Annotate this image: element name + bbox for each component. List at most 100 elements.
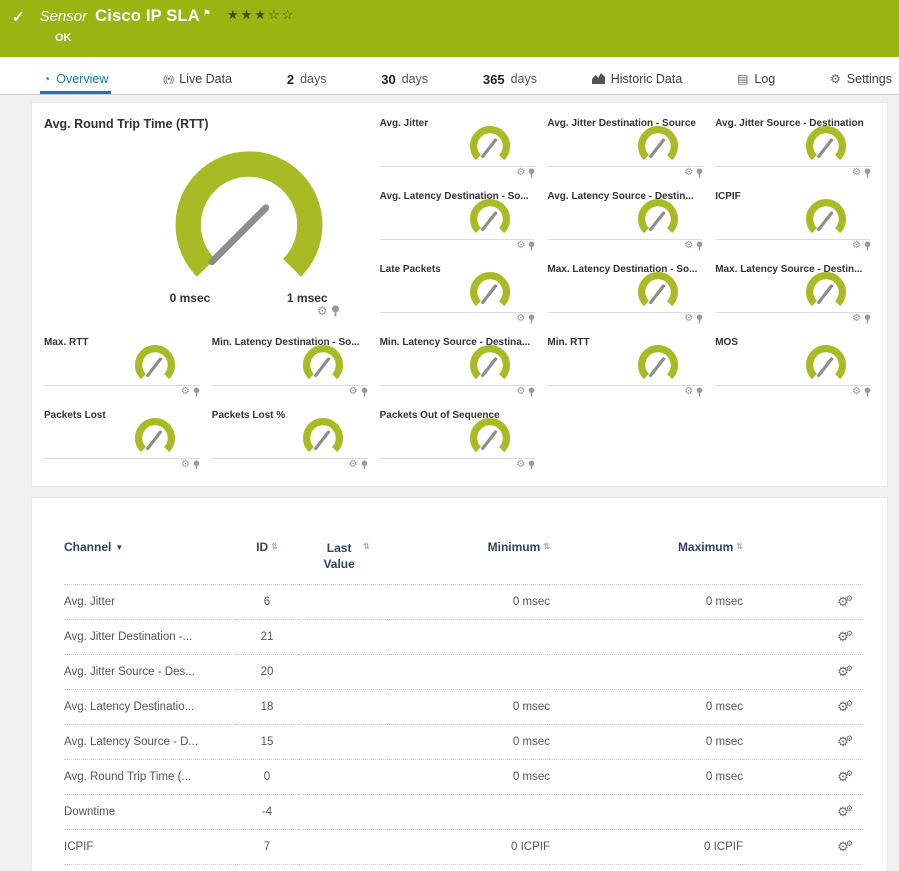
channel-name[interactable]: Downtime bbox=[64, 795, 236, 830]
gauge-settings-icon[interactable]: ⚙ bbox=[181, 460, 190, 470]
gauge-avg-round-trip-time[interactable]: Avg. Round Trip Time (RTT) 0 msec 1 msec… bbox=[44, 117, 370, 336]
channel-settings-icon[interactable]: ⚙⚙ bbox=[837, 769, 853, 784]
tab-settings[interactable]: ⚙ Settings bbox=[827, 67, 895, 94]
gauge-pin-icon[interactable] bbox=[696, 387, 703, 397]
gauge-pin-icon[interactable] bbox=[528, 387, 535, 397]
gauge-settings-icon[interactable]: ⚙ bbox=[516, 241, 525, 251]
gauge-pin-icon[interactable] bbox=[696, 241, 703, 251]
channel-row[interactable]: Downtime -4 ⚙⚙ bbox=[64, 795, 863, 830]
col-header-id[interactable]: ID⇅ bbox=[236, 540, 298, 585]
channel-name[interactable]: Avg. Jitter bbox=[64, 585, 236, 620]
gauge-pin-icon[interactable] bbox=[864, 241, 871, 251]
gauge-settings-icon[interactable]: ⚙ bbox=[684, 241, 693, 251]
mini-gauge-cell[interactable]: Avg. Jitter ⚙ bbox=[380, 117, 538, 190]
gauge-pin-icon[interactable] bbox=[193, 460, 200, 470]
gauge-pin-icon[interactable] bbox=[361, 387, 368, 397]
channel-name[interactable]: Avg. Latency Source - D... bbox=[64, 725, 236, 760]
channel-name[interactable]: Avg. Latency Destinatio... bbox=[64, 690, 236, 725]
gauge-settings-icon[interactable]: ⚙ bbox=[684, 314, 693, 324]
channel-name[interactable]: Avg. Jitter Source - Des... bbox=[64, 655, 236, 690]
gauge-settings-icon[interactable]: ⚙ bbox=[516, 168, 525, 178]
channel-settings-icon[interactable]: ⚙⚙ bbox=[837, 664, 853, 679]
tab-365-days[interactable]: 365 days bbox=[480, 67, 540, 94]
priority-stars[interactable]: ★★★☆☆ bbox=[227, 7, 295, 23]
mini-gauge-cell[interactable]: Avg. Latency Destination - So... ⚙ bbox=[380, 190, 538, 263]
channel-name[interactable]: Late Packets bbox=[64, 865, 236, 871]
gauge-settings-icon[interactable]: ⚙ bbox=[516, 314, 525, 324]
gauge-settings-icon[interactable]: ⚙ bbox=[684, 168, 693, 178]
mini-gauge-cell[interactable]: Max. Latency Destination - So... ⚙ bbox=[547, 263, 705, 336]
gauge-pin-icon[interactable] bbox=[696, 168, 703, 178]
channel-name[interactable]: Avg. Round Trip Time (... bbox=[64, 760, 236, 795]
gauge-pin-icon[interactable] bbox=[331, 305, 340, 317]
col-header-last-value[interactable]: Last Value⇅ bbox=[298, 540, 390, 585]
channel-name[interactable]: Avg. Jitter Destination -... bbox=[64, 620, 236, 655]
tab-30-days[interactable]: 30 days bbox=[378, 67, 431, 94]
gauge-settings-icon[interactable]: ⚙ bbox=[684, 387, 693, 397]
gauge-pin-icon[interactable] bbox=[864, 387, 871, 397]
mini-gauge-cell[interactable]: Avg. Latency Source - Destin... ⚙ bbox=[547, 190, 705, 263]
channel-actions-cell: ⚙⚙ bbox=[743, 620, 863, 655]
channel-row[interactable]: Avg. Jitter Destination -... 21 ⚙⚙ bbox=[64, 620, 863, 655]
mini-gauge-cell[interactable]: Avg. Jitter Source - Destination ⚙ bbox=[715, 117, 873, 190]
gauge-pin-icon[interactable] bbox=[528, 168, 535, 178]
mini-gauge-cell[interactable]: Packets Lost % ⚙ bbox=[212, 409, 370, 482]
tab-live-data[interactable]: ((•)) Live Data bbox=[160, 67, 235, 94]
gauge-settings-icon[interactable]: ⚙ bbox=[852, 241, 861, 251]
gauge-pin-icon[interactable] bbox=[528, 241, 535, 251]
channel-row[interactable]: ICPIF 7 0 ICPIF 0 ICPIF ⚙⚙ bbox=[64, 830, 863, 865]
mini-gauge-cell[interactable]: Packets Out of Sequence ⚙ bbox=[380, 409, 538, 482]
col-header-minimum[interactable]: Minimum⇅ bbox=[390, 540, 550, 585]
channel-settings-icon[interactable]: ⚙⚙ bbox=[837, 804, 853, 819]
channel-settings-icon[interactable]: ⚙⚙ bbox=[837, 594, 853, 609]
tab-log[interactable]: ▤ Log bbox=[734, 67, 778, 94]
channel-row[interactable]: Avg. Round Trip Time (... 0 0 msec 0 mse… bbox=[64, 760, 863, 795]
mini-gauge-dial bbox=[467, 417, 513, 458]
gauge-settings-icon[interactable]: ⚙ bbox=[349, 387, 358, 397]
channel-row[interactable]: Avg. Latency Destinatio... 18 0 msec 0 m… bbox=[64, 690, 863, 725]
mini-gauge-cell[interactable]: Max. Latency Source - Destin... ⚙ bbox=[715, 263, 873, 336]
gauge-settings-icon[interactable]: ⚙ bbox=[181, 387, 190, 397]
gauge-settings-icon[interactable]: ⚙ bbox=[317, 305, 328, 317]
mini-gauge-cell[interactable]: Min. Latency Destination - So... ⚙ bbox=[212, 336, 370, 409]
mini-gauge-cell[interactable]: Max. RTT ⚙ bbox=[44, 336, 202, 409]
gauge-grid: Avg. Round Trip Time (RTT) 0 msec 1 msec… bbox=[44, 117, 873, 482]
channel-settings-icon[interactable]: ⚙⚙ bbox=[837, 699, 853, 714]
tab-2-days[interactable]: 2 days bbox=[284, 67, 330, 94]
col-header-maximum[interactable]: Maximum⇅ bbox=[550, 540, 743, 585]
gauge-settings-icon[interactable]: ⚙ bbox=[852, 168, 861, 178]
gauge-settings-icon[interactable]: ⚙ bbox=[516, 460, 525, 470]
channel-settings-icon[interactable]: ⚙⚙ bbox=[837, 734, 853, 749]
divider bbox=[547, 166, 703, 167]
gauge-pin-icon[interactable] bbox=[528, 460, 535, 470]
mini-gauge-cell[interactable]: ICPIF ⚙ bbox=[715, 190, 873, 263]
gauge-pin-icon[interactable] bbox=[864, 168, 871, 178]
channel-settings-icon[interactable]: ⚙⚙ bbox=[837, 629, 853, 644]
gauge-pin-icon[interactable] bbox=[864, 314, 871, 324]
gauge-settings-icon[interactable]: ⚙ bbox=[516, 387, 525, 397]
gauge-pin-icon[interactable] bbox=[528, 314, 535, 324]
channel-row[interactable]: Avg. Latency Source - D... 15 0 msec 0 m… bbox=[64, 725, 863, 760]
gauge-actions: ⚙ bbox=[349, 387, 368, 397]
gauge-settings-icon[interactable]: ⚙ bbox=[852, 387, 861, 397]
channel-row[interactable]: Avg. Jitter Source - Des... 20 ⚙⚙ bbox=[64, 655, 863, 690]
channel-name[interactable]: ICPIF bbox=[64, 830, 236, 865]
gauge-settings-icon[interactable]: ⚙ bbox=[852, 314, 861, 324]
tab-historic-data[interactable]: Historic Data bbox=[589, 67, 686, 94]
mini-gauge-cell[interactable]: Avg. Jitter Destination - Source ⚙ bbox=[547, 117, 705, 190]
live-data-icon: ((•)) bbox=[163, 75, 173, 84]
gauge-pin-icon[interactable] bbox=[696, 314, 703, 324]
mini-gauge-cell[interactable]: Late Packets ⚙ bbox=[380, 263, 538, 336]
tab-overview[interactable]: ◔ Overview bbox=[40, 67, 111, 94]
gauge-settings-icon[interactable]: ⚙ bbox=[349, 460, 358, 470]
channel-settings-icon[interactable]: ⚙⚙ bbox=[837, 839, 853, 854]
channel-row[interactable]: Avg. Jitter 6 0 msec 0 msec ⚙⚙ bbox=[64, 585, 863, 620]
gauge-pin-icon[interactable] bbox=[361, 460, 368, 470]
mini-gauge-cell[interactable]: Min. Latency Source - Destina... ⚙ bbox=[380, 336, 538, 409]
mini-gauge-cell[interactable]: Packets Lost ⚙ bbox=[44, 409, 202, 482]
col-header-channel[interactable]: Channel▼ bbox=[64, 540, 236, 585]
mini-gauge-cell[interactable]: Min. RTT ⚙ bbox=[547, 336, 705, 409]
gauge-pin-icon[interactable] bbox=[193, 387, 200, 397]
mini-gauge-cell[interactable]: MOS ⚙ bbox=[715, 336, 873, 409]
channel-row[interactable]: Late Packets 11 0 # 0 # ⚙⚙ bbox=[64, 865, 863, 871]
